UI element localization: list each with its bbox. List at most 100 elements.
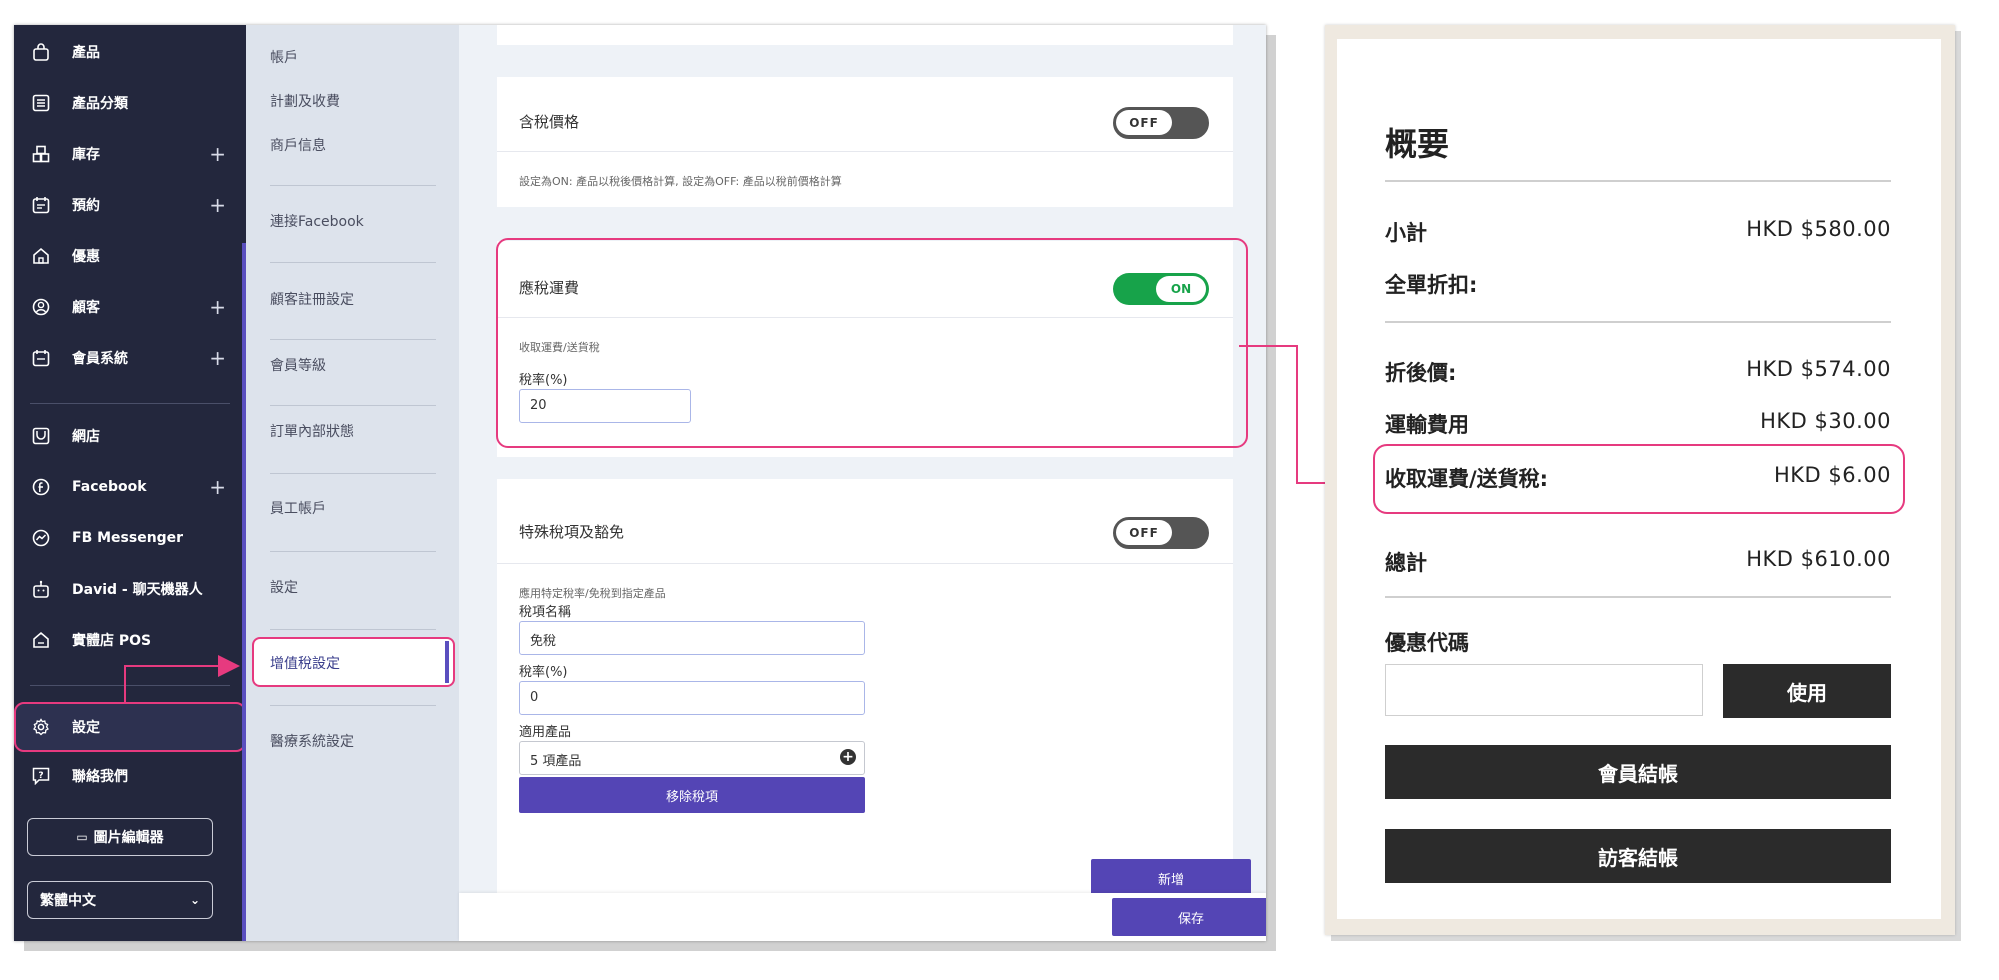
shipping-tax-highlight [496, 238, 1248, 448]
sidebar-item-products[interactable]: 產品 [14, 33, 246, 71]
tax-inclusive-card: 含稅價格 OFF 設定為ON: 產品以稅後價格計算, 設定為OFF: 產品以稅前… [497, 77, 1233, 207]
vat-settings-content: 含稅價格 OFF 設定為ON: 產品以稅後價格計算, 設定為OFF: 產品以稅前… [459, 25, 1266, 941]
sidebar-item-booking[interactable]: 預約 + [14, 186, 246, 224]
admin-window: 產品 產品分類 庫存 + 預約 + 優惠 顧客 + 會員系統 + 網店 Face… [14, 25, 1266, 941]
sidebar-item-label: 網店 [72, 429, 100, 445]
connector-line [124, 665, 220, 667]
apply-coupon-button[interactable]: 使用 [1723, 664, 1891, 718]
shopping-bag-icon [30, 41, 52, 63]
order-discount-label: 全單折扣: [1385, 273, 1478, 297]
sidebar-item-categories[interactable]: 產品分類 [14, 84, 246, 122]
svg-text:?: ? [38, 771, 43, 781]
expand-plus-icon[interactable]: + [209, 475, 226, 499]
connector-line [1296, 345, 1298, 484]
image-icon: ▭ [76, 830, 88, 844]
house-icon [30, 245, 52, 267]
save-button[interactable]: 保存 [1112, 898, 1266, 936]
shipping-fee-label: 運輸費用 [1385, 413, 1469, 437]
plus-circle-icon[interactable]: + [840, 749, 856, 765]
guest-checkout-button[interactable]: 訪客結帳 [1385, 829, 1891, 883]
order-summary: 概要 小計 HKD $580.00 全單折扣: 折後價: HKD $574.00… [1337, 39, 1941, 919]
subnav-divider [270, 262, 436, 263]
add-tax-button[interactable]: 新增 [1091, 859, 1251, 897]
tax-rate-label: 稅率(%) [519, 665, 568, 680]
subnav-divider [270, 629, 436, 630]
boxes-icon [30, 143, 52, 165]
total-label: 總計 [1385, 551, 1427, 575]
sidebar-item-label: 產品 [72, 45, 100, 61]
expand-plus-icon[interactable]: + [209, 346, 226, 370]
member-checkout-button[interactable]: 會員結帳 [1385, 745, 1891, 799]
subnav-item-plans[interactable]: 計劃及收費 [270, 91, 340, 111]
robot-icon [30, 578, 52, 600]
subnav-item-staff-accounts[interactable]: 員工帳戶 [270, 498, 326, 518]
sidebar-item-discounts[interactable]: 優惠 [14, 237, 246, 275]
tax-name-input[interactable]: 免稅 [519, 621, 865, 655]
sidebar-item-fb-messenger[interactable]: FB Messenger [14, 519, 246, 557]
special-tax-card: 特殊稅項及豁免 OFF 應用特定稅率/免稅到指定產品 稅項名稱 免稅 稅率(%)… [497, 479, 1251, 941]
expand-plus-icon[interactable]: + [209, 193, 226, 217]
connector-line [1239, 345, 1297, 347]
subnav-item-customer-registration[interactable]: 顧客註冊設定 [270, 289, 354, 309]
gear-icon [30, 716, 52, 738]
tax-rate-input[interactable]: 0 [519, 681, 865, 715]
arrow-right-icon [218, 655, 240, 677]
special-tax-description: 應用特定稅率/免稅到指定產品 [519, 587, 666, 600]
storefront-icon [30, 425, 52, 447]
coupon-label: 優惠代碼 [1385, 631, 1469, 655]
sidebar-item-label: Facebook [72, 479, 147, 495]
tax-inclusive-toggle[interactable]: OFF [1113, 107, 1209, 139]
image-editor-button[interactable]: ▭ 圖片編輯器 [27, 818, 213, 856]
expand-plus-icon[interactable]: + [209, 295, 226, 319]
summary-divider [1385, 321, 1891, 323]
special-tax-title: 特殊稅項及豁免 [519, 523, 625, 541]
summary-title: 概要 [1385, 125, 1450, 163]
language-label: 繁體中文 [40, 893, 96, 909]
special-tax-toggle[interactable]: OFF [1113, 517, 1209, 549]
subnav-divider [270, 405, 436, 406]
subtotal-value: HKD $580.00 [1746, 217, 1891, 241]
subnav-divider [270, 473, 436, 474]
sidebar-item-label: 優惠 [72, 249, 100, 265]
calendar-icon [30, 194, 52, 216]
previous-card [497, 25, 1233, 45]
remove-tax-button[interactable]: 移除稅項 [519, 777, 865, 813]
toggle-knob: OFF [1116, 520, 1172, 545]
expand-plus-icon[interactable]: + [209, 142, 226, 166]
settings-subnav: 帳戶 計劃及收費 商戶信息 連接Facebook 顧客註冊設定 會員等級 訂單內… [246, 25, 459, 941]
shipping-tax-summary-highlight [1373, 444, 1905, 514]
sidebar-item-inventory[interactable]: 庫存 + [14, 135, 246, 173]
subnav-item-membership-levels[interactable]: 會員等級 [270, 355, 326, 375]
sidebar-item-membership[interactable]: 會員系統 + [14, 339, 246, 377]
sidebar-item-online-store[interactable]: 網店 [14, 417, 246, 455]
subnav-item-order-status[interactable]: 訂單內部狀態 [270, 421, 354, 441]
list-icon [30, 92, 52, 114]
summary-divider [1385, 180, 1891, 182]
tax-inclusive-title: 含稅價格 [519, 113, 580, 131]
subnav-item-vat-settings[interactable]: 增值稅設定 [270, 653, 340, 673]
sidebar-item-customers[interactable]: 顧客 + [14, 288, 246, 326]
summary-divider [1385, 596, 1891, 598]
chevron-down-icon: ⌄ [189, 893, 200, 907]
subnav-item-merchant-info[interactable]: 商戶信息 [270, 135, 326, 155]
sidebar-item-label: David - 聊天機器人 [72, 582, 203, 598]
sidebar-item-label: 庫存 [72, 147, 100, 163]
image-editor-label: 圖片編輯器 [93, 830, 164, 846]
sidebar-item-chatbot[interactable]: David - 聊天機器人 [14, 570, 246, 608]
subnav-item-settings[interactable]: 設定 [270, 577, 298, 597]
sidebar-item-pos[interactable]: 實體店 POS [14, 621, 246, 659]
language-select[interactable]: 繁體中文 ⌄ [27, 881, 213, 919]
total-value: HKD $610.00 [1746, 547, 1891, 571]
subnav-item-medical-system[interactable]: 醫療系統設定 [270, 731, 354, 751]
member-card-icon [30, 347, 52, 369]
sidebar-item-facebook[interactable]: Facebook + [14, 468, 246, 506]
subnav-item-account[interactable]: 帳戶 [270, 47, 298, 67]
sidebar-item-label: 設定 [72, 720, 100, 736]
applicable-products-select[interactable]: 5 項產品 + [519, 741, 865, 775]
sidebar-item-contact[interactable]: ? 聯絡我們 [14, 757, 246, 795]
sidebar-item-label: 預約 [72, 198, 100, 214]
coupon-input[interactable] [1385, 664, 1703, 716]
tax-name-label: 稅項名稱 [519, 605, 572, 620]
sidebar-item-settings[interactable]: 設定 [14, 708, 246, 746]
subnav-item-connect-facebook[interactable]: 連接Facebook [270, 211, 364, 231]
